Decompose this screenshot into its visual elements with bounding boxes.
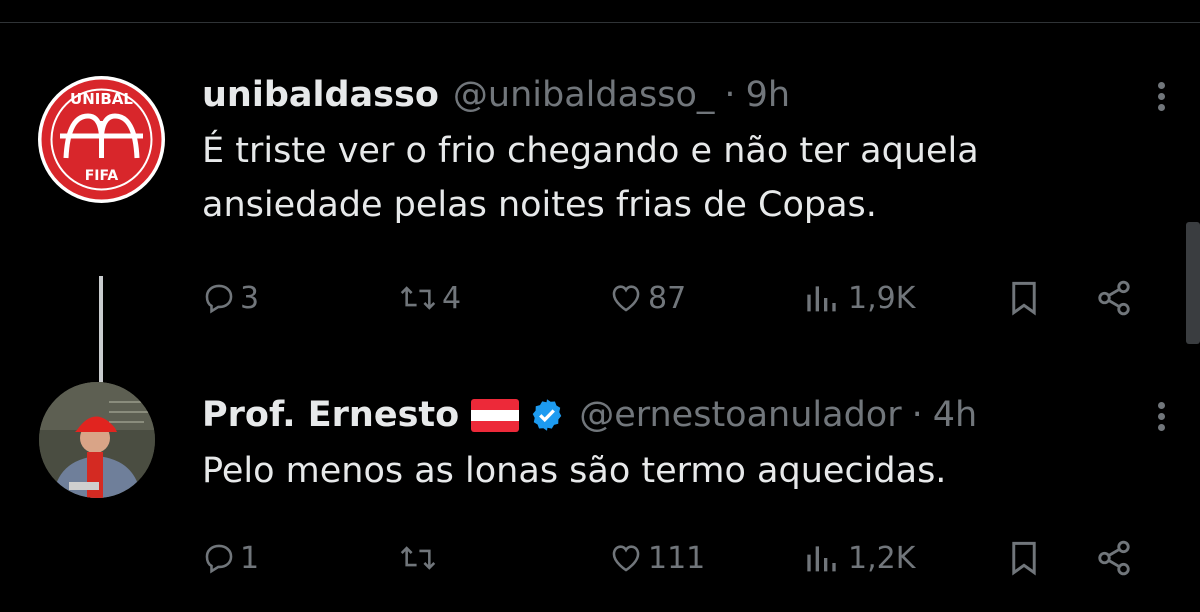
bookmark-button[interactable] — [1006, 276, 1042, 320]
views-count: 1,9K — [848, 280, 916, 316]
separator-dot: · — [724, 75, 736, 115]
reply-icon — [205, 544, 233, 574]
like-button[interactable]: 87 — [608, 276, 686, 320]
like-button[interactable]: 111 — [608, 536, 705, 580]
reply-icon — [205, 284, 233, 314]
share-button[interactable] — [1094, 536, 1134, 580]
like-count: 111 — [648, 540, 706, 576]
tweet-text: É triste ver o frio chegando e não ter a… — [202, 131, 979, 225]
avatar-text-bottom: FIFA — [85, 168, 119, 184]
heart-icon — [612, 285, 640, 312]
like-count: 87 — [648, 280, 687, 316]
austria-flag-icon — [471, 398, 520, 432]
retweet-count: 4 — [442, 280, 462, 316]
more-options-icon[interactable] — [1146, 78, 1176, 118]
retweet-icon — [400, 546, 436, 570]
tweet-text: Pelo menos as lonas são termo aquecidas. — [202, 451, 947, 491]
share-icon — [1098, 540, 1130, 576]
separator-dot: · — [911, 395, 923, 435]
verified-badge-icon[interactable] — [529, 397, 565, 433]
action-bar: 1 111 1,2K — [202, 536, 1142, 580]
author-name[interactable]: unibaldasso — [202, 75, 439, 115]
retweet-button[interactable]: 4 — [398, 276, 461, 320]
bookmark-icon — [1012, 281, 1036, 316]
views-button[interactable]: 1,2K — [804, 536, 915, 580]
avatar[interactable]: UNIBAL FIFA — [38, 76, 165, 203]
share-button[interactable] — [1094, 276, 1134, 320]
author-handle[interactable]: @ernestoanulador — [579, 395, 901, 435]
tweet-unibaldasso[interactable]: UNIBAL FIFA unibaldasso @unibaldasso_ · … — [0, 70, 1200, 422]
views-count: 1,2K — [848, 540, 916, 576]
views-icon — [807, 286, 836, 312]
timestamp[interactable]: 4h — [933, 395, 977, 435]
views-button[interactable]: 1,9K — [804, 276, 915, 320]
action-bar: 3 4 87 1,9K — [202, 276, 1142, 320]
tweet-prof-ernesto[interactable]: Prof. Ernesto @ernestoanulador · 4h Pelo… — [0, 380, 1200, 612]
author-name[interactable]: Prof. Ernesto — [202, 395, 459, 435]
bookmark-button[interactable] — [1006, 536, 1042, 580]
views-icon — [807, 546, 836, 572]
heart-icon — [612, 545, 640, 572]
reply-count: 3 — [240, 280, 260, 316]
top-divider — [0, 22, 1200, 23]
reply-count: 1 — [240, 540, 260, 576]
retweet-icon — [400, 286, 436, 310]
retweet-button[interactable] — [398, 536, 442, 580]
person-photo-icon — [39, 382, 155, 498]
avatar-text-top: UNIBAL — [70, 90, 133, 108]
unibal-logo-icon: UNIBAL FIFA — [41, 79, 162, 200]
bookmark-icon — [1012, 541, 1036, 576]
more-options-icon[interactable] — [1146, 398, 1176, 438]
share-icon — [1098, 280, 1130, 316]
author-handle[interactable]: @unibaldasso_ — [453, 75, 715, 115]
timestamp[interactable]: 9h — [746, 75, 790, 115]
reply-button[interactable]: 3 — [202, 276, 259, 320]
reply-button[interactable]: 1 — [202, 536, 259, 580]
avatar[interactable] — [39, 382, 155, 498]
